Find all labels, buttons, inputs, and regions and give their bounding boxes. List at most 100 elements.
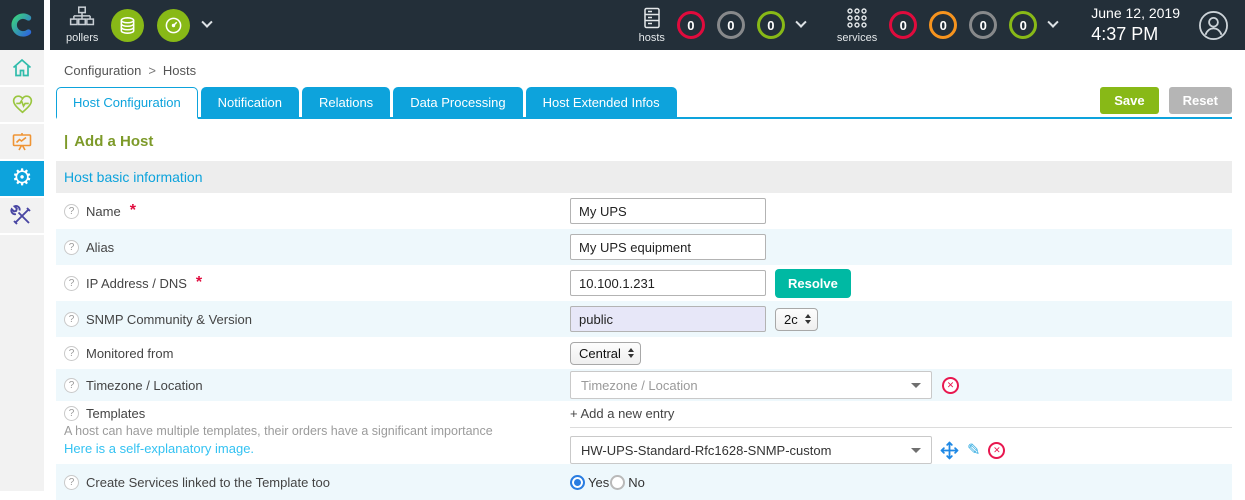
services-icon [844,6,870,30]
alias-input[interactable] [570,234,766,260]
help-icon[interactable]: ? [64,378,79,393]
form-row-alias: ? Alias [56,229,1232,265]
hosts-icon [640,6,664,30]
delete-template-icon[interactable]: ✕ [988,442,1005,459]
main-content: Configuration > Hosts Host Configuration… [44,50,1245,491]
time-text: 4:37 PM [1091,23,1180,46]
required-marker: * [130,202,136,220]
breadcrumb-configuration[interactable]: Configuration [64,63,141,78]
database-icon [118,16,137,35]
hosts-up-counter[interactable]: 0 [757,11,785,39]
snmp-label: SNMP Community & Version [86,312,252,327]
snmp-community-input[interactable] [570,306,766,332]
radio-no-label[interactable]: No [628,475,645,490]
services-chevron-down-icon[interactable] [1048,17,1059,28]
hosts-unreachable-counter[interactable]: 0 [717,11,745,39]
services-ok-counter[interactable]: 0 [1009,11,1037,39]
database-status-icon[interactable] [111,9,144,42]
help-icon[interactable]: ? [64,204,79,219]
tab-host-extended-infos[interactable]: Host Extended Infos [526,87,677,117]
timezone-clear-icon[interactable]: ✕ [942,377,959,394]
date-text: June 12, 2019 [1091,5,1180,23]
sidebar-item-monitoring[interactable] [0,87,44,124]
ip-address-input[interactable] [570,270,766,296]
tab-bar: Host Configuration Notification Relation… [56,87,1232,119]
presentation-chart-icon [10,130,34,154]
sidebar-item-reporting[interactable] [0,124,44,161]
page-title: |Add a Host [64,133,1232,150]
help-icon[interactable]: ? [64,312,79,327]
tab-notification[interactable]: Notification [201,87,299,117]
tab-relations[interactable]: Relations [302,87,390,117]
help-icon[interactable]: ? [64,406,79,421]
user-avatar-icon [1198,10,1229,41]
ip-address-label: IP Address / DNS [86,276,187,291]
gauge-icon [164,16,183,35]
breadcrumb-hosts[interactable]: Hosts [163,63,196,78]
form-row-templates: ? Templates A host can have multiple tem… [56,401,1232,464]
form-row-monitored-from: ? Monitored from Central [56,337,1232,369]
reset-button[interactable]: Reset [1169,87,1232,114]
select-arrows-icon [805,314,811,324]
status-cluster: hosts 0 0 0 services 0 [639,5,1229,45]
centreon-logo-icon [9,12,35,38]
gear-icon: ⚙ [12,167,33,190]
templates-example-link[interactable]: Here is a self-explanatory image. [64,441,570,456]
user-menu[interactable] [1198,10,1229,41]
hosts-down-counter[interactable]: 0 [677,11,705,39]
sidebar-item-configuration[interactable]: ⚙ [0,161,44,198]
form-row-ip-address: ? IP Address / DNS * Resolve [56,265,1232,301]
create-services-label: Create Services linked to the Template t… [86,475,330,490]
services-warning-counter[interactable]: 0 [929,11,957,39]
snmp-version-select[interactable]: 2c [775,308,818,331]
sidebar: ⚙ [0,50,44,491]
form-row-timezone: ? Timezone / Location Timezone / Locatio… [56,369,1232,401]
move-icon[interactable] [940,441,959,460]
monitored-from-label: Monitored from [86,346,173,361]
add-template-entry-link[interactable]: + Add a new entry [570,406,1232,428]
pollers-icon [69,6,95,30]
breadcrumb: Configuration > Hosts [56,63,1232,78]
help-icon[interactable]: ? [64,346,79,361]
save-button[interactable]: Save [1100,87,1158,114]
help-icon[interactable]: ? [64,240,79,255]
timezone-select[interactable]: Timezone / Location [570,371,932,399]
resolve-button[interactable]: Resolve [775,269,851,298]
pollers-menu[interactable]: pollers [66,6,98,44]
template-selected-value: HW-UPS-Standard-Rfc1628-SNMP-custom [581,443,911,458]
top-bar-main: pollers [50,0,1245,50]
tools-icon [10,204,34,228]
services-unknown-counter[interactable]: 0 [969,11,997,39]
form-row-create-services: ? Create Services linked to the Template… [56,464,1232,500]
name-input[interactable] [570,198,766,224]
hosts-chevron-down-icon[interactable] [795,17,806,28]
alias-label: Alias [86,240,114,255]
timezone-placeholder: Timezone / Location [581,378,911,393]
chevron-down-icon [911,383,921,388]
sidebar-item-home[interactable] [0,50,44,87]
radio-yes[interactable] [570,475,585,490]
form-actions: Save Reset [1100,87,1232,114]
services-critical-counter[interactable]: 0 [889,11,917,39]
monitored-from-select[interactable]: Central [570,342,641,365]
centreon-logo[interactable] [0,0,44,50]
help-icon[interactable]: ? [64,475,79,490]
form-row-name: ? Name * [56,193,1232,229]
tab-data-processing[interactable]: Data Processing [393,87,522,117]
required-marker: * [196,274,202,292]
timezone-label: Timezone / Location [86,378,203,393]
radio-yes-label[interactable]: Yes [588,475,609,490]
template-select[interactable]: HW-UPS-Standard-Rfc1628-SNMP-custom [570,436,932,464]
services-menu[interactable]: services [837,6,877,44]
select-arrows-icon [628,348,634,358]
sidebar-item-administration[interactable] [0,198,44,235]
edit-icon[interactable]: ✎ [967,442,980,458]
pollers-chevron-down-icon[interactable] [202,17,213,28]
engine-status-icon[interactable] [157,9,190,42]
tab-host-configuration[interactable]: Host Configuration [56,87,198,119]
templates-label: Templates [86,406,145,421]
radio-no[interactable] [610,475,625,490]
heartbeat-icon [10,92,35,117]
help-icon[interactable]: ? [64,276,79,291]
hosts-menu[interactable]: hosts [639,6,665,44]
